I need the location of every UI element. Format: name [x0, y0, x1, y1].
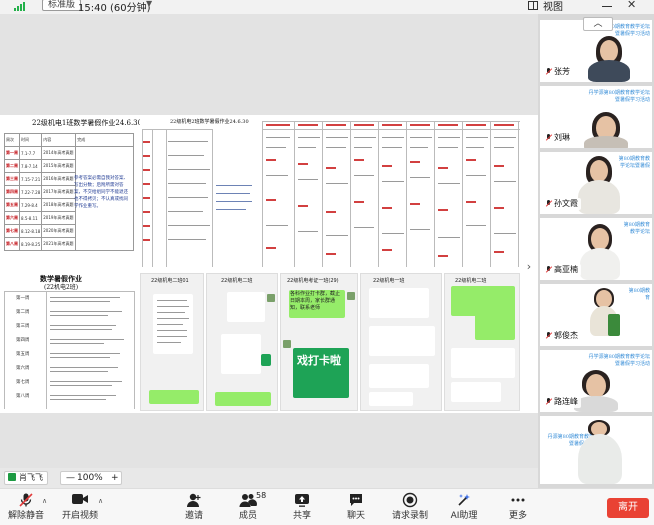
chat-title: 22级机电一班 — [373, 278, 405, 284]
participant-video-column: 丹学源第80期教育教学论坛暨暑假学习活动 张芳 丹学源第80期教育教学论坛暨暑假… — [538, 14, 654, 488]
table-row: 第一周 7.1-7.7 2014年高考真题 — [4, 146, 134, 251]
chat-screenshot-4: 22级机电一班 — [360, 273, 442, 411]
request-record-button[interactable]: 请求录制 — [384, 492, 436, 522]
doc-title: 22级机电1班数学暑假作业24.6.30 — [32, 119, 143, 127]
members-button[interactable]: 成员 — [222, 492, 274, 522]
week-label: 第四周 — [16, 338, 30, 343]
mic-icon — [8, 473, 16, 481]
chat-button[interactable]: 聊天 — [330, 492, 382, 522]
chat-icon — [330, 492, 382, 510]
video-tile[interactable]: 丹源第80期教育教学论坛暨暑假学习活动 — [540, 416, 652, 484]
people-icon — [222, 492, 274, 510]
doc-subtitle: (22机电2班) — [44, 284, 79, 291]
chat-screenshot-5: 22级机电二班 — [444, 273, 520, 411]
share-screen-icon — [276, 492, 328, 510]
week-label: 第八周 — [16, 394, 30, 399]
video-tile[interactable]: 第80期教育教学论坛 高亚楠 — [540, 218, 652, 280]
chat-screenshot-3: 22级机电考证一班(29) 各科作业打卡群，截止日期本周，家长群通知，联系老师 … — [280, 273, 358, 411]
record-icon — [384, 492, 436, 510]
zoom-out-button[interactable]: — — [66, 472, 75, 484]
active-speaker-tag: 肖飞飞 — [4, 471, 48, 485]
participant-name: 孙文霞 — [544, 198, 581, 210]
week-label: 第五周 — [16, 352, 30, 357]
chat-screenshot-1: 22级机电二班01 — [140, 273, 204, 411]
main-stage: 22级机电1班数学暑假作业24.6.30 周次 时间 内容 完成 第一周 7.1-… — [0, 14, 538, 468]
share-screen-button[interactable]: 共享 — [276, 492, 328, 522]
add-person-icon — [168, 492, 220, 510]
doc-note: 参考答案必需自我对答案、写出分数；后附所需对答案，不交给组同学不能退还也不得拷贝… — [74, 176, 128, 209]
chat-title: 22级机电考证一班(29) — [287, 278, 339, 284]
week-label: 第二周 — [16, 310, 30, 315]
homework-doc-class2: 22级机电2班数学暑假作业24.6.30 — [140, 115, 258, 271]
chat-screenshot-2: 22级机电二班 — [206, 273, 278, 411]
video-tile[interactable]: 丹学源第80期教育教学论坛暨暑假学习活动 刘琳 — [540, 86, 652, 148]
minimize-icon[interactable] — [602, 6, 612, 7]
doc-title: 22级机电2班数学暑假作业24.6.30 — [170, 119, 249, 125]
week-label: 第三周 — [16, 324, 30, 329]
participant-name: 张芳 — [544, 66, 573, 78]
mic-muted-icon — [545, 332, 552, 339]
week-label: 第七周 — [16, 380, 30, 385]
more-icon — [492, 492, 544, 510]
chat-title: 22级机电二班 — [455, 278, 487, 284]
layout-view-icon[interactable] — [528, 1, 538, 10]
ai-assistant-icon — [438, 492, 490, 510]
signal-strength-icon[interactable] — [14, 1, 26, 11]
homework-doc-class1: 22级机电1班数学暑假作业24.6.30 周次 时间 内容 完成 第一周 7.1-… — [0, 115, 142, 271]
homework-doc-bottom: 数学暑假作业 (22机电2班) 第一周 第二周 第三周 第四周 第五周 第六周 … — [0, 273, 138, 411]
close-icon[interactable]: ✕ — [627, 0, 636, 11]
video-tile[interactable]: 第80期教育教学论坛暨暑假 孙文霞 — [540, 152, 652, 214]
video-tile[interactable]: 丹学源第80期教育教学论坛暨暑假学习活动 路连峰 — [540, 350, 652, 412]
ai-assistant-button[interactable]: AI助理 — [438, 492, 490, 522]
mic-muted-icon — [545, 134, 552, 141]
participant-name: 郭俊杰 — [544, 330, 581, 342]
week-label: 第六周 — [16, 366, 30, 371]
shared-screen[interactable]: 22级机电1班数学暑假作业24.6.30 周次 时间 内容 完成 第一周 7.1-… — [0, 115, 538, 413]
table-header: 周次 时间 内容 完成 — [4, 133, 134, 147]
mic-muted-icon — [545, 68, 552, 75]
zoom-control: — 100% + — [60, 471, 122, 485]
more-button[interactable]: 更多 — [492, 492, 544, 522]
member-count: 58 — [256, 491, 267, 500]
checkin-card: 戏打卡啦 — [293, 348, 349, 398]
audio-options-chevron-icon[interactable]: ∧ — [42, 497, 47, 505]
invite-button[interactable]: 邀请 — [168, 492, 220, 522]
zoom-in-button[interactable]: + — [111, 472, 119, 484]
meeting-toolbar: 解除静音 ∧ 开启视频 ∧ 邀请 成员 58 共享 聊天 请求录制 AI助理 更… — [0, 488, 654, 525]
top-bar: 标准版 15:40 (60分钟) ▼ 视图 ✕ — [0, 0, 654, 14]
chevron-down-icon[interactable]: ▼ — [146, 0, 152, 8]
meeting-timer[interactable]: 15:40 (60分钟) — [78, 0, 151, 14]
video-options-chevron-icon[interactable]: ∧ — [98, 497, 103, 505]
participant-name: 刘琳 — [544, 132, 573, 144]
next-page-button[interactable]: › — [522, 250, 536, 284]
speaker-name: 肖飞飞 — [19, 473, 43, 482]
leave-meeting-button[interactable]: 离开 — [607, 498, 649, 518]
collapse-video-button[interactable]: ︿ — [583, 17, 613, 31]
homework-grid-doc — [260, 115, 522, 271]
participant-name: 路连峰 — [544, 396, 581, 408]
chat-title: 22级机电二班 — [221, 278, 253, 284]
mic-muted-icon — [545, 200, 552, 207]
chat-message: 各科作业打卡群，截止日期本周，家长群通知，联系老师 — [289, 290, 345, 318]
mic-muted-icon — [545, 266, 552, 273]
view-button[interactable]: 视图 — [543, 0, 563, 13]
participant-name: 高亚楠 — [544, 264, 581, 276]
video-tile[interactable]: 第80期教育 郭俊杰 — [540, 284, 652, 346]
zoom-level: 100% — [77, 473, 103, 483]
week-label: 第一周 — [16, 296, 30, 301]
edition-badge: 标准版 — [42, 0, 82, 11]
chat-title: 22级机电二班01 — [151, 278, 189, 284]
mic-muted-icon — [545, 398, 552, 405]
